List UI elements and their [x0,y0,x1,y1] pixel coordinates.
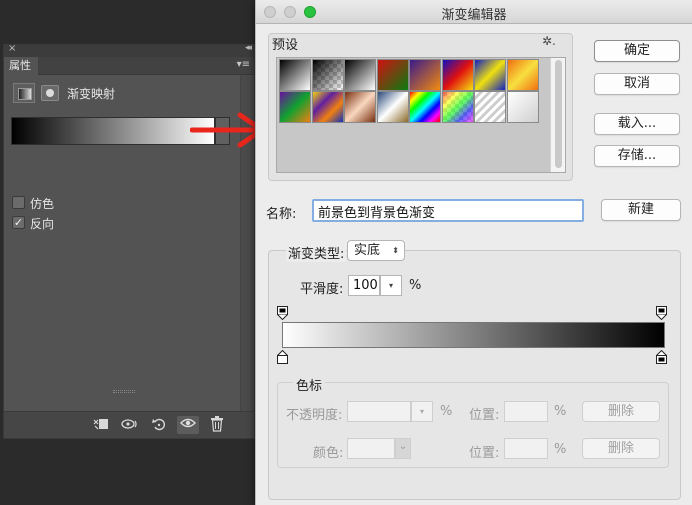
color-stops-label: 色标 [293,375,326,394]
ok-button[interactable]: 确定 [594,40,680,62]
preset-swatch-copper[interactable] [344,91,376,123]
preset-swatch-neutral-density[interactable] [506,91,539,123]
reverse-checkbox[interactable]: ✓ [12,216,25,229]
gradient-preview[interactable] [11,117,215,145]
delete-opacity-stop-button[interactable]: 删除 [582,401,660,422]
preset-swatch-spectrum[interactable] [409,91,441,123]
preset-swatch-foreground-to-background[interactable] [279,59,311,91]
dither-checkbox[interactable] [12,196,25,209]
preset-swatch-transparent-stripes[interactable] [474,91,506,123]
presets-scrollbar[interactable] [550,58,565,172]
dialog-title: 渐变编辑器 [441,8,507,23]
properties-panel: × ◂◂ 属性 ▾≡ 渐变映射 ▾ 仿色 ✓ 反向 [3,43,255,439]
preset-swatch-chrome[interactable] [376,91,409,123]
preset-swatch-transparent-rainbow[interactable] [441,91,474,123]
save-button[interactable]: 存储... [594,145,680,167]
panel-footer [4,411,254,438]
preset-swatch-foreground-to-transparent[interactable] [311,59,344,91]
select-arrows-icon: ⬍ [392,246,399,255]
reset-icon[interactable] [148,416,170,434]
layer-mask-icon[interactable] [41,85,59,101]
opacity-unit: % [440,404,453,419]
preset-swatch-black-white[interactable] [344,59,376,91]
preset-swatch-blue-yellow-blue[interactable] [474,59,506,91]
preset-swatch-orange-yellow-orange[interactable] [506,59,539,91]
color-location-input[interactable] [504,438,548,459]
smoothness-label: 平滑度: [300,282,344,297]
load-button[interactable]: 载入... [594,113,680,135]
color-location-label: 位置: [469,446,500,461]
collapse-panel-icon[interactable]: ◂◂ [245,43,252,53]
view-previous-state-icon[interactable] [119,416,141,434]
preset-swatch-red-green[interactable] [376,59,409,91]
smoothness-dropdown[interactable]: ▾ [380,275,402,296]
clip-to-layer-icon[interactable] [90,416,112,434]
preset-swatch-blue-red-yellow[interactable] [441,59,474,91]
delete-color-stop-button[interactable]: 删除 [582,438,660,459]
close-icon[interactable]: × [8,43,16,54]
presets-label: 预设 [272,38,299,53]
preset-swatch-violet-orange[interactable] [409,59,441,91]
color-swatch-field[interactable] [347,438,395,459]
panel-topbar: × ◂◂ [4,43,254,57]
eye-icon[interactable] [177,416,199,434]
panel-menu-icon[interactable]: ▾≡ [237,59,250,70]
tab-properties[interactable]: 属性 [4,57,38,75]
opacity-label: 不透明度: [286,408,343,423]
opacity-stop-left[interactable] [277,306,288,320]
gradient-type-value: 实底 [354,243,381,258]
panel-resize-grip[interactable] [113,390,135,393]
cancel-button[interactable]: 取消 [594,73,680,95]
preset-swatch-yellow-violet-orange-blue[interactable] [311,91,344,123]
gradient-bar[interactable] [282,322,665,348]
new-button[interactable]: 新建 [601,199,681,221]
name-field[interactable]: 前景色到背景色渐变 [312,199,584,222]
opacity-dropdown[interactable]: ▾ [411,401,433,422]
preset-swatch-violet-green-orange[interactable] [279,91,311,123]
color-label: 颜色: [313,446,344,461]
color-location-unit: % [554,442,567,457]
gradient-type-label: 渐变类型: [286,243,347,262]
opacity-input[interactable] [347,401,411,422]
color-stop-right[interactable] [656,350,667,364]
smoothness-input[interactable]: 100 [348,275,380,296]
presets-scroll-thumb[interactable] [555,60,562,168]
gradient-type-select[interactable]: 实底 ⬍ [347,240,405,261]
reverse-label: 反向 [30,217,55,231]
opacity-stop-right[interactable] [656,306,667,320]
opacity-location-unit: % [554,404,567,419]
gradient-map-icon [13,83,35,103]
presets-grid [276,57,566,173]
opacity-location-input[interactable] [504,401,548,422]
dialog-titlebar[interactable]: 渐变编辑器 [256,0,692,24]
adjustment-title: 渐变映射 [67,87,116,101]
dither-label: 仿色 [30,197,55,211]
gradient-editor-dialog: 渐变编辑器 预设 ✲. 确定 取消 载入... 存储... 名称: 前景色到背景… [255,0,692,505]
smoothness-unit: % [409,278,422,293]
name-label: 名称: [266,207,297,222]
color-dropdown[interactable]: ⌄ [395,438,411,459]
gear-icon[interactable]: ✲. [542,34,556,48]
trash-icon[interactable] [206,416,228,434]
opacity-location-label: 位置: [469,408,500,423]
panel-header: 属性 ▾≡ [4,57,254,75]
color-stop-left[interactable] [277,350,288,364]
